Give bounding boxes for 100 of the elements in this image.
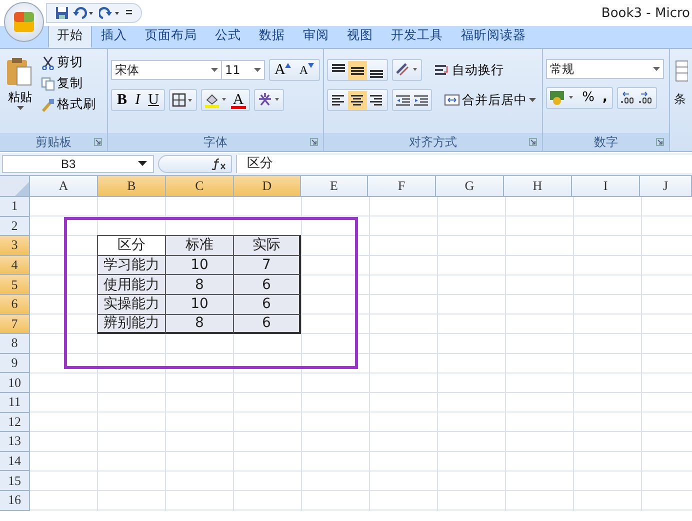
vertical-align-icon[interactable]	[348, 60, 368, 80]
conditional-format-icon[interactable]	[674, 59, 688, 83]
table-cell: 6	[234, 275, 301, 295]
ribbon-button-label[interactable]: 条	[674, 91, 686, 108]
row-header[interactable]: 4	[0, 256, 30, 276]
merge-center-button[interactable]: 合并后居中	[442, 90, 538, 110]
paste-button[interactable]: 粘贴	[3, 53, 37, 129]
bold-button[interactable]: B	[113, 91, 132, 109]
column-header[interactable]: I	[572, 176, 640, 197]
table-cell: 7	[234, 256, 301, 276]
ribbon-tab[interactable]: 审阅	[294, 24, 338, 48]
column-header[interactable]: H	[504, 176, 572, 197]
row-header[interactable]: 5	[0, 275, 30, 295]
comma-button[interactable]: ,	[598, 89, 612, 107]
redo-icon[interactable]	[99, 6, 121, 20]
table-cell: 6	[234, 294, 301, 315]
font-name-field[interactable]: 宋体	[111, 60, 222, 80]
ribbon-tab[interactable]: 视图	[338, 24, 382, 48]
row-header[interactable]: 13	[0, 432, 30, 452]
triangle-icon	[15, 182, 29, 196]
font-size-field[interactable]: 11	[220, 60, 265, 80]
table-cell: 使用能力	[97, 275, 166, 295]
save-icon[interactable]	[55, 6, 69, 20]
row-header[interactable]: 14	[0, 452, 30, 472]
group-label: 对齐方式	[409, 134, 458, 150]
table-cell: 标准	[166, 235, 234, 256]
insert-function-icon[interactable]	[211, 158, 227, 170]
ribbon-tab[interactable]: 页面布局	[136, 24, 206, 48]
table-cell: 实操能力	[97, 294, 166, 315]
table-cell: 区分	[97, 235, 166, 256]
dialog-launcher-icon[interactable]	[656, 138, 664, 146]
wrap-text-icon	[434, 63, 450, 77]
group-label: 字体	[204, 134, 228, 150]
row-header[interactable]: 3	[0, 236, 30, 256]
office-button[interactable]	[4, 2, 44, 42]
brush-icon	[41, 98, 55, 112]
caret-icon	[16, 106, 24, 111]
grow-font-button[interactable]: A	[270, 61, 296, 79]
dropdown-arrow-icon	[653, 66, 660, 72]
borders-icon[interactable]	[170, 92, 195, 108]
group-label: 数字	[594, 134, 618, 150]
horizontal-align-icon[interactable]	[348, 90, 368, 110]
row-header[interactable]: 7	[0, 314, 30, 334]
table-cell: 8	[166, 314, 234, 334]
number-format-field[interactable]: 常规	[546, 59, 664, 79]
up-arrow-icon	[285, 63, 292, 68]
format-painter-button[interactable]: 格式刷	[39, 95, 98, 114]
ribbon-tab[interactable]: 开始	[48, 24, 92, 48]
window-title: Book3 - Micro	[601, 6, 691, 20]
column-header[interactable]: G	[436, 176, 504, 197]
merge-icon	[444, 93, 460, 107]
caret-icon	[529, 98, 536, 102]
cut-button[interactable]: 剪切	[39, 53, 98, 72]
row-header[interactable]: 10	[0, 373, 30, 393]
ribbon-tab[interactable]: 福昕阅读器	[452, 24, 535, 48]
table-cell: 6	[234, 314, 301, 334]
ribbon-tab[interactable]: 公式	[206, 24, 250, 48]
formula-field[interactable]: 区分	[236, 155, 692, 173]
shrink-font-button[interactable]: A	[295, 61, 318, 79]
ribbon-tab[interactable]: 开发工具	[382, 24, 452, 48]
dialog-launcher-icon[interactable]	[529, 138, 538, 146]
column-header[interactable]: E	[301, 176, 368, 197]
ribbon-tab[interactable]: 数据	[250, 24, 294, 48]
wrap-text-button[interactable]: 自动换行	[432, 60, 506, 80]
row-header[interactable]: 6	[0, 294, 30, 315]
table-cell: 辨别能力	[97, 314, 166, 334]
group-label: 剪贴板	[36, 134, 72, 150]
ribbon-tab[interactable]: 插入	[92, 24, 136, 48]
column-header[interactable]: A	[30, 176, 98, 197]
table-cell: 10	[166, 256, 234, 276]
dropdown-arrow-icon	[210, 68, 218, 72]
row-header[interactable]: 9	[0, 354, 30, 374]
copy-icon	[41, 76, 55, 90]
dropdown-arrow-icon	[254, 68, 261, 72]
table-cell: 10	[166, 294, 234, 315]
row-header[interactable]: 12	[0, 412, 30, 432]
column-header[interactable]: J	[640, 176, 692, 197]
table-cell: 学习能力	[97, 256, 166, 276]
row-header[interactable]: 8	[0, 334, 30, 354]
column-header[interactable]: C	[166, 176, 234, 197]
row-header[interactable]: 15	[0, 471, 30, 491]
dialog-launcher-icon[interactable]	[310, 138, 318, 146]
row-header[interactable]: 1	[0, 197, 30, 217]
column-header[interactable]: F	[368, 176, 436, 197]
table-cell: 实际	[234, 235, 301, 256]
down-arrow-icon	[308, 63, 314, 68]
percent-button[interactable]: %	[578, 89, 598, 107]
name-box[interactable]: B3	[2, 155, 154, 173]
italic-button[interactable]: I	[131, 91, 144, 109]
dialog-launcher-icon[interactable]	[94, 138, 102, 146]
table-cell: 8	[166, 275, 234, 295]
underline-button[interactable]: U	[144, 91, 163, 109]
row-header[interactable]: 2	[0, 216, 30, 236]
column-header[interactable]: D	[234, 176, 301, 197]
scissors-icon	[41, 56, 55, 70]
copy-button[interactable]: 复制	[39, 74, 98, 93]
row-header[interactable]: 16	[0, 490, 30, 510]
row-header[interactable]: 11	[0, 392, 30, 413]
column-header[interactable]: B	[98, 176, 166, 197]
undo-icon[interactable]	[73, 6, 95, 20]
